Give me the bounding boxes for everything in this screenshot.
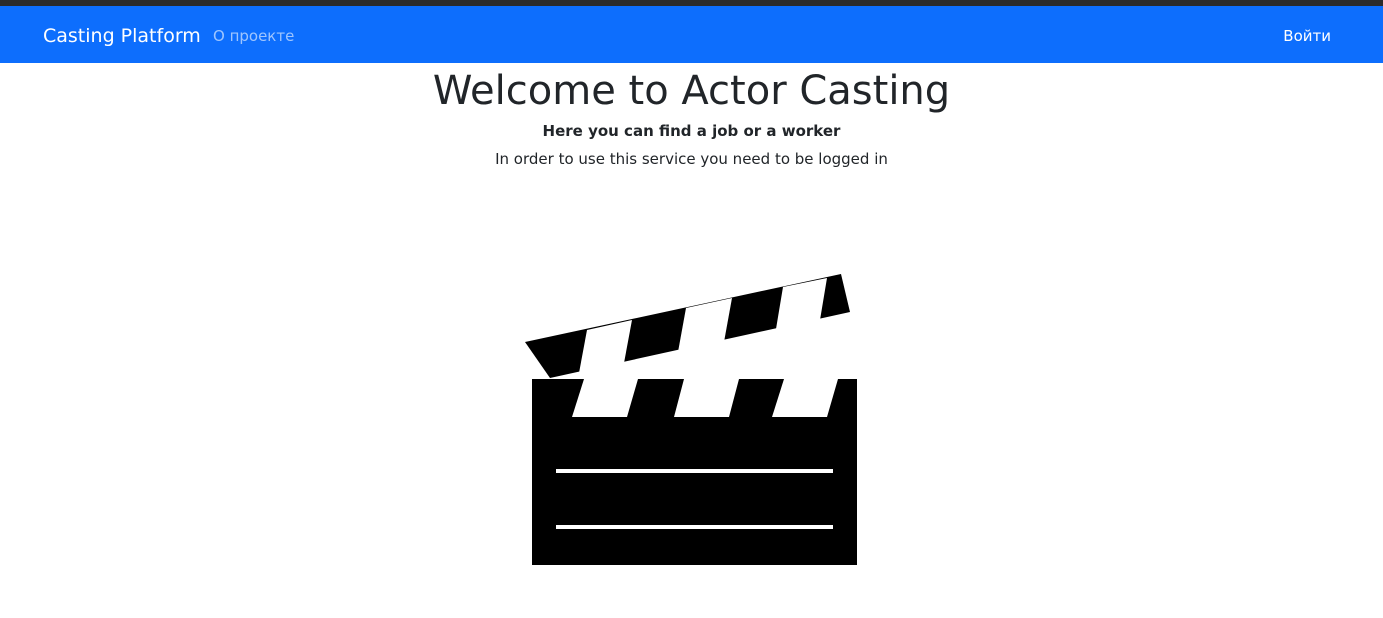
clapperboard-icon bbox=[525, 274, 857, 565]
clapper-arm bbox=[525, 274, 850, 378]
page-subtitle: Here you can find a job or a worker bbox=[542, 122, 841, 140]
clapper-board bbox=[532, 379, 857, 565]
navbar: Casting Platform О проекте Войти bbox=[0, 6, 1383, 63]
login-notice: In order to use this service you need to… bbox=[495, 150, 888, 168]
page-title: Welcome to Actor Casting bbox=[432, 68, 951, 114]
hero-section: Welcome to Actor Casting Here you can fi… bbox=[0, 63, 1383, 169]
about-link[interactable]: О проекте bbox=[213, 26, 294, 46]
login-link[interactable]: Войти bbox=[1283, 26, 1331, 46]
brand-link[interactable]: Casting Platform bbox=[43, 24, 201, 48]
